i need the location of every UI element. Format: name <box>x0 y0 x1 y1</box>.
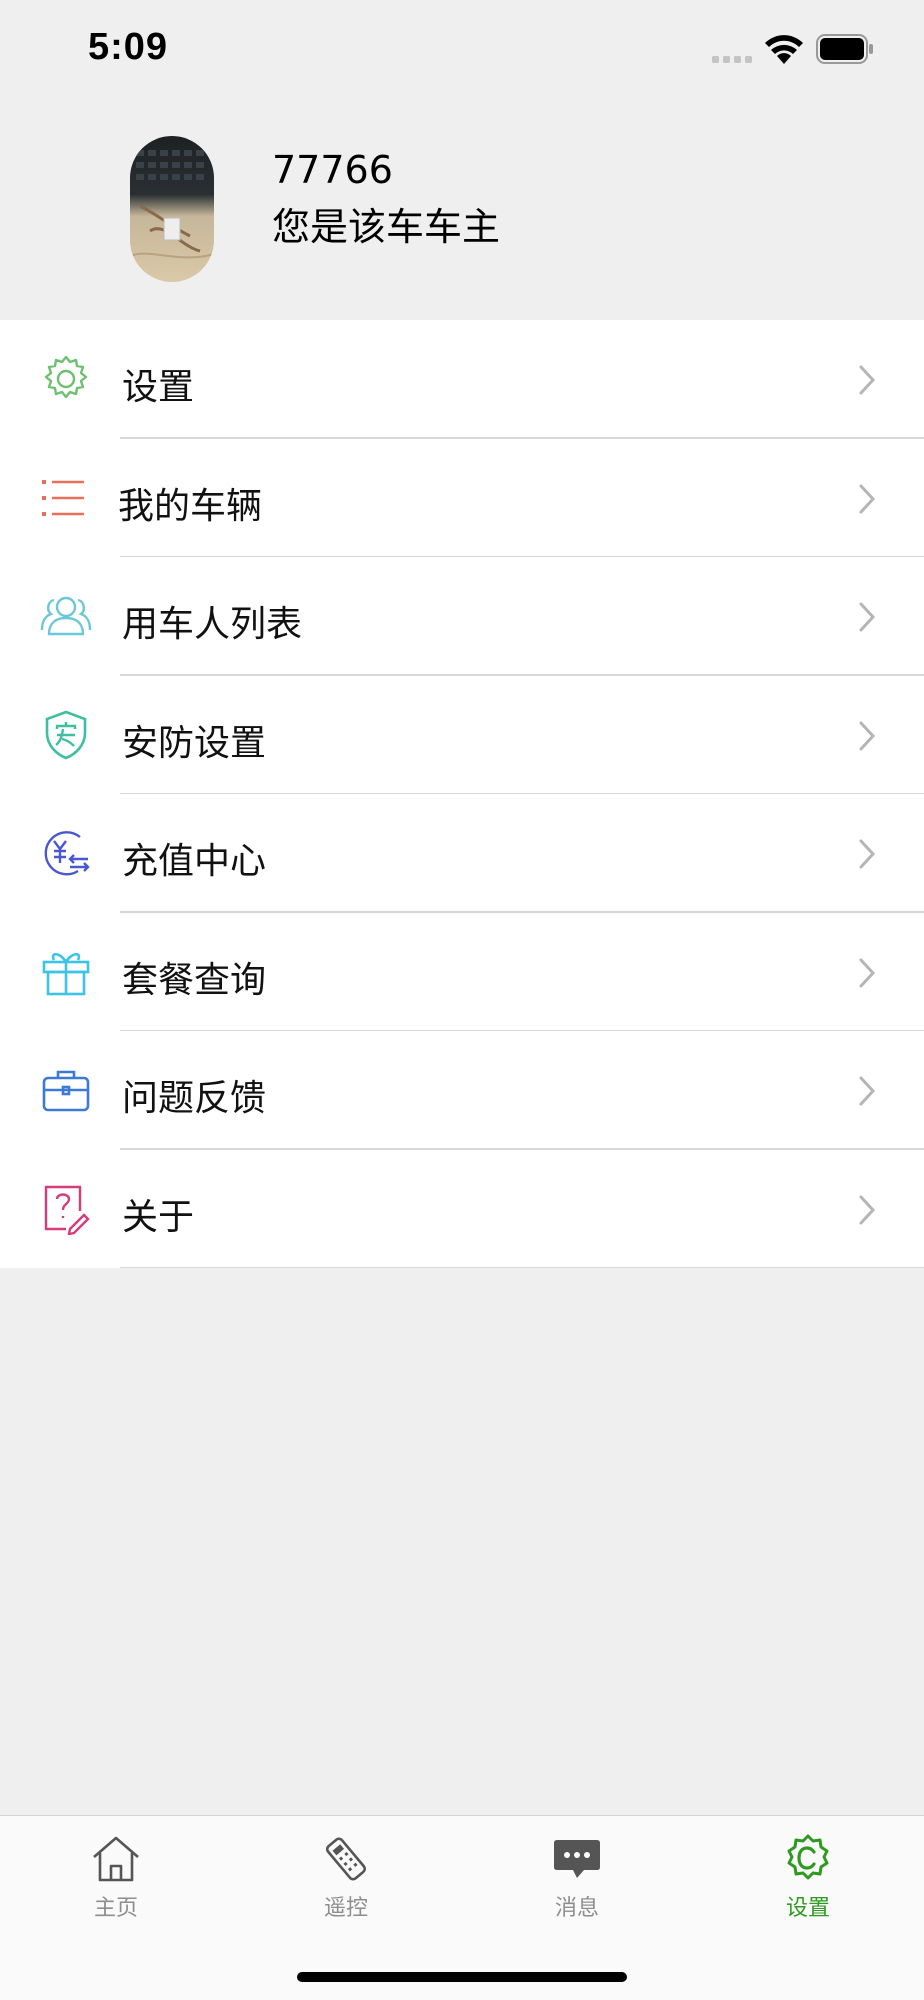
menu-item-plan-query[interactable]: 套餐查询 <box>0 912 924 1031</box>
menu-item-driver-list[interactable]: 用车人列表 <box>0 557 924 676</box>
cellular-signal-icon <box>712 56 752 63</box>
avatar-photo <box>130 150 214 259</box>
battery-icon <box>816 34 873 64</box>
menu-item-my-vehicles[interactable]: 我的车辆 <box>0 438 924 557</box>
menu-item-label: 用车人列表 <box>122 604 303 645</box>
tab-remote[interactable]: 遥控 <box>286 1834 406 1954</box>
gift-icon <box>42 952 90 995</box>
status-time: 5:09 <box>88 26 169 68</box>
yuan-exchange-icon <box>44 831 90 876</box>
home-indicator[interactable] <box>297 1972 627 1982</box>
chevron-right-icon <box>859 602 876 632</box>
menu-item-recharge-center[interactable]: 充值中心 <box>0 794 924 913</box>
chevron-right-icon <box>859 484 876 513</box>
list-icon <box>42 479 84 516</box>
settings-badge-icon <box>787 1834 829 1880</box>
chevron-right-icon <box>859 839 876 869</box>
tab-messages[interactable]: 消息 <box>517 1834 637 1954</box>
menu-item-about[interactable]: 关于 <box>0 1149 924 1268</box>
briefcase-icon <box>42 1070 90 1112</box>
chevron-right-icon <box>859 721 876 750</box>
message-icon <box>554 1840 600 1878</box>
menu-item-settings[interactable]: 设置 <box>0 320 924 439</box>
chevron-right-icon <box>859 1195 876 1224</box>
question-doc-icon <box>44 1185 90 1235</box>
chevron-right-icon <box>859 365 876 395</box>
menu-item-label: 问题反馈 <box>122 1078 267 1119</box>
menu-item-label: 关于 <box>122 1196 195 1238</box>
tab-label: 主页 <box>93 1896 138 1921</box>
chevron-right-icon <box>859 958 876 987</box>
users-icon <box>40 596 92 636</box>
status-bar: 5:09 <box>0 0 924 100</box>
profile-header[interactable]: 77766 您是该车车主 <box>0 100 924 320</box>
profile-role: 您是该车车主 <box>272 205 501 249</box>
menu-list: 设置 我的车辆 用车人列表 安防设置 充值中心 套餐查询 问题反馈 关于 <box>0 320 924 1268</box>
chevron-right-icon <box>859 1076 876 1106</box>
menu-item-feedback[interactable]: 问题反馈 <box>0 1031 924 1150</box>
tab-label: 遥控 <box>323 1896 368 1921</box>
tab-settings[interactable]: 设置 <box>748 1834 868 1954</box>
shield-icon <box>45 710 87 759</box>
avatar[interactable] <box>130 136 214 282</box>
menu-item-label: 充值中心 <box>122 841 267 882</box>
home-icon <box>93 1836 139 1882</box>
menu-item-label: 我的车辆 <box>118 485 263 527</box>
tab-home[interactable]: 主页 <box>56 1834 176 1954</box>
menu-item-label: 套餐查询 <box>122 959 267 1001</box>
menu-item-label: 设置 <box>122 367 195 408</box>
divider <box>120 1266 924 1268</box>
profile-name: 77766 <box>272 148 393 192</box>
wifi-icon <box>765 35 803 64</box>
gear-icon <box>44 355 88 399</box>
menu-item-label: 安防设置 <box>122 722 267 764</box>
menu-item-security-settings[interactable]: 安防设置 <box>0 675 924 794</box>
remote-icon <box>325 1837 367 1881</box>
tab-label: 消息 <box>554 1896 599 1921</box>
tab-label: 设置 <box>785 1896 830 1921</box>
